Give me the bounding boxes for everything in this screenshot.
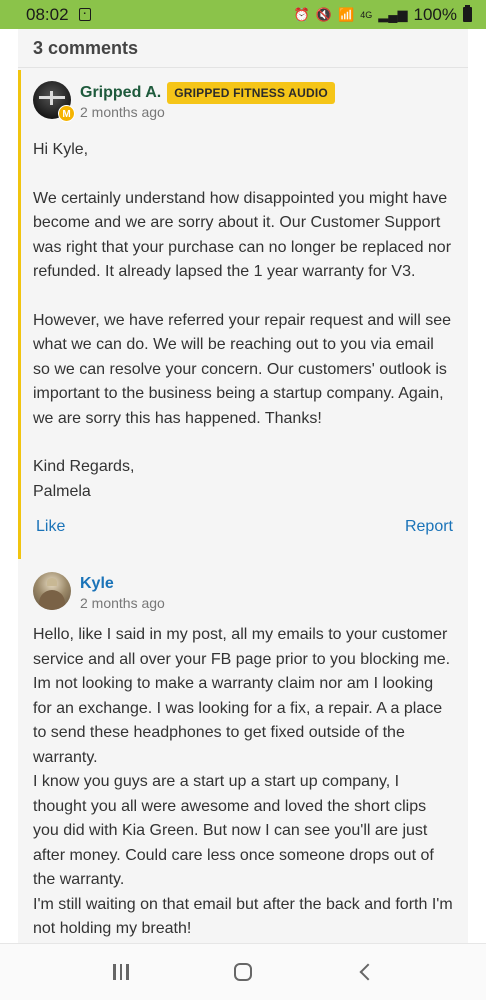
avatar[interactable]: M [33, 81, 75, 122]
author-name[interactable]: Gripped A. [80, 84, 161, 102]
comment-paragraph: Kind Regards, Palmela [33, 458, 135, 500]
comment-paragraph: We certainly understand how disappointed… [33, 189, 452, 281]
moderator-badge: M [58, 105, 75, 122]
battery-percent: 100% [413, 4, 457, 24]
signal-icon: ▂▄▆ [378, 6, 408, 22]
wifi-icon: 📶 [338, 6, 355, 22]
app-notification-icon: ▪ [78, 8, 91, 21]
status-time: 08:02 [26, 4, 69, 24]
comment-time[interactable]: 2 months ago [80, 595, 165, 611]
comments-count-header: 3 comments [18, 29, 468, 68]
back-button[interactable] [345, 952, 385, 992]
comment-body: Hello, like I said in my post, all my em… [33, 623, 453, 942]
battery-icon [463, 5, 472, 22]
home-icon [234, 963, 252, 981]
recents-icon [113, 964, 129, 980]
comment-paragraph: However, we have referred your repair re… [33, 311, 451, 427]
comment-item: Kyle 2 months ago Hello, like I said in … [18, 559, 468, 942]
comment-paragraph: I'm still waiting on that email but afte… [33, 895, 453, 938]
network-type: 4G [360, 9, 373, 20]
like-button[interactable]: Like [36, 518, 65, 536]
author-name[interactable]: Kyle [80, 575, 114, 593]
mute-icon: 🔇 [315, 6, 333, 22]
back-icon [359, 963, 377, 981]
content-area: 3 comments M Gripped A. GRIPPED FITNESS … [0, 29, 486, 943]
comment-paragraph: Hello, like I said in my post, all my em… [33, 626, 451, 766]
comment-paragraph: I know you guys are a start up a start u… [33, 773, 434, 888]
comment-actions: Like Report [36, 518, 453, 536]
comment-body: Hi Kyle, We certainly understand how dis… [33, 138, 453, 504]
comment-paragraph: Hi Kyle, [33, 141, 89, 158]
comments-panel: 3 comments M Gripped A. GRIPPED FITNESS … [18, 29, 468, 943]
comment-time[interactable]: 2 months ago [80, 104, 335, 120]
alarm-icon: ⏰ [293, 6, 310, 22]
recents-button[interactable] [101, 952, 141, 992]
system-navigation-bar [0, 943, 486, 1000]
home-button[interactable] [223, 952, 263, 992]
status-bar: 08:02 ▪ ⏰ 🔇 📶 4G ▂▄▆ 100% [0, 0, 486, 29]
report-button[interactable]: Report [405, 518, 453, 536]
avatar[interactable] [33, 572, 71, 610]
comment-item: M Gripped A. GRIPPED FITNESS AUDIO 2 mon… [18, 70, 468, 559]
author-badge: GRIPPED FITNESS AUDIO [167, 82, 335, 104]
